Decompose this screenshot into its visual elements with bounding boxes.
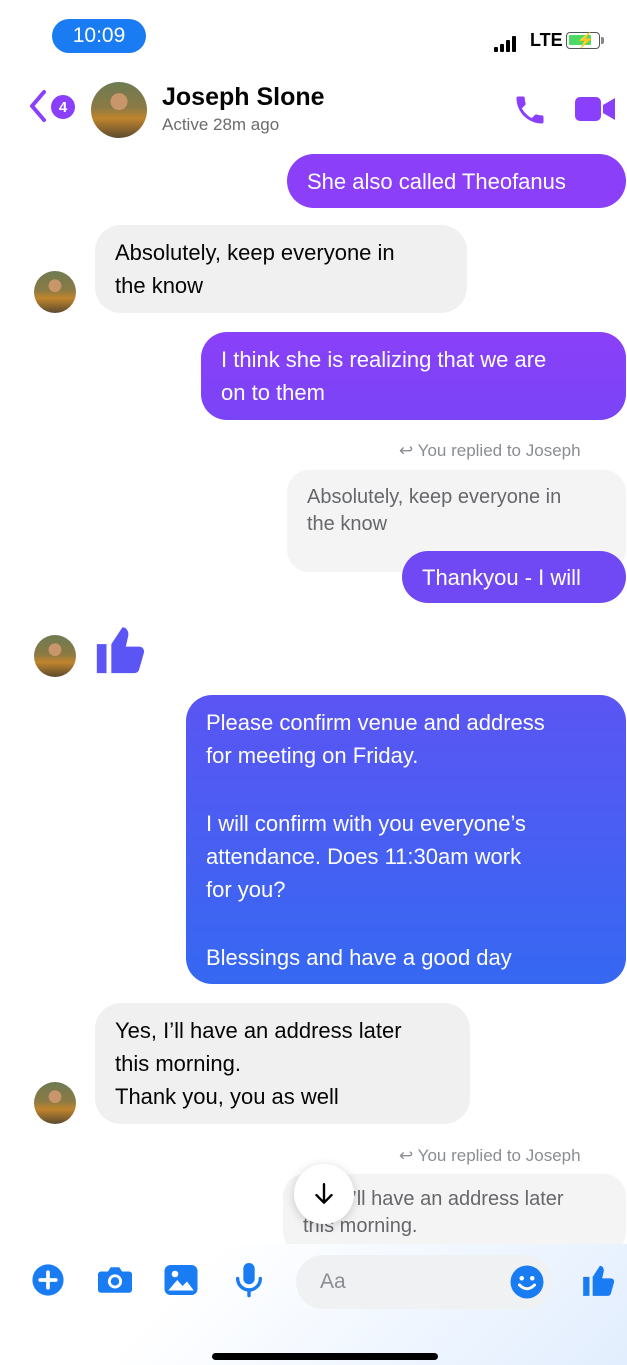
message-line: Please confirm venue and address [206,710,545,735]
plus-icon[interactable] [31,1263,65,1302]
outgoing-message[interactable]: I think she is realizing that we are on … [201,332,626,420]
reply-arrow-icon: ↩ [399,1146,414,1165]
back-chevron-icon[interactable] [27,88,49,129]
message-text: She also called Theofanus [307,168,566,194]
reply-label: You replied to Joseph [417,441,581,460]
message-text: Thankyou - I will [422,564,581,590]
message-line: Thank you, you as well [115,1084,339,1109]
battery-tip [601,37,604,44]
outgoing-message[interactable]: She also called Theofanus [287,154,626,208]
message-line: for you? [206,877,286,902]
quote-line: the know [307,513,388,535]
emoji-icon[interactable] [509,1264,545,1305]
outgoing-message[interactable]: Please confirm venue and address for mee… [186,695,626,984]
quote-line: Absolutely, keep everyone in [307,486,562,508]
message-line [206,772,606,807]
outgoing-message[interactable]: Thankyou - I will [402,551,626,603]
reply-arrow-icon: ↩ [399,441,414,460]
message-line: for meeting on Friday. [206,743,419,768]
contact-active-status: Active 28m ago [162,115,280,134]
sender-avatar[interactable] [34,1082,76,1124]
message-line: I will confirm with you everyone’s [206,811,526,836]
message-line: Blessings and have a good day [206,945,512,970]
message-line: attendance. Does 11:30am work [206,844,522,869]
like-send-icon[interactable] [580,1261,618,1304]
gallery-icon[interactable] [163,1263,199,1302]
sender-avatar[interactable] [34,635,76,677]
microphone-icon[interactable] [232,1261,266,1304]
message-line: Absolutely, keep everyone in [115,240,395,265]
scroll-to-bottom-button[interactable] [294,1164,354,1224]
network-label: LTE [530,30,563,50]
charging-icon: ⚡ [576,32,595,49]
arrow-down-icon [315,1183,333,1204]
phone-call-icon[interactable] [512,92,548,133]
unread-count-badge[interactable]: 4 [51,95,75,119]
message-line: I think she is realizing that we are [221,347,547,372]
status-time: 10:09 [52,19,146,53]
home-indicator [212,1353,438,1360]
contact-avatar[interactable] [91,82,147,138]
camera-icon[interactable] [96,1263,134,1302]
thumbs-up-icon[interactable] [92,620,150,683]
incoming-message[interactable]: Absolutely, keep everyone in the know [95,225,467,313]
sender-avatar[interactable] [34,271,76,313]
message-line: on to them [221,380,325,405]
quote-line: this morning. [303,1215,418,1237]
message-line: Yes, I’ll have an address later [115,1018,402,1043]
reply-indicator: ↩ You replied to Joseph [399,441,581,461]
contact-name[interactable]: Joseph Slone [162,83,325,112]
reply-label: You replied to Joseph [417,1146,581,1165]
message-line: the know [115,273,204,298]
reply-indicator: ↩ You replied to Joseph [399,1146,581,1166]
message-line [206,906,606,941]
video-call-icon[interactable] [573,94,617,129]
message-line: this morning. [115,1051,241,1076]
incoming-message[interactable]: Yes, I’ll have an address later this mor… [95,1003,470,1124]
